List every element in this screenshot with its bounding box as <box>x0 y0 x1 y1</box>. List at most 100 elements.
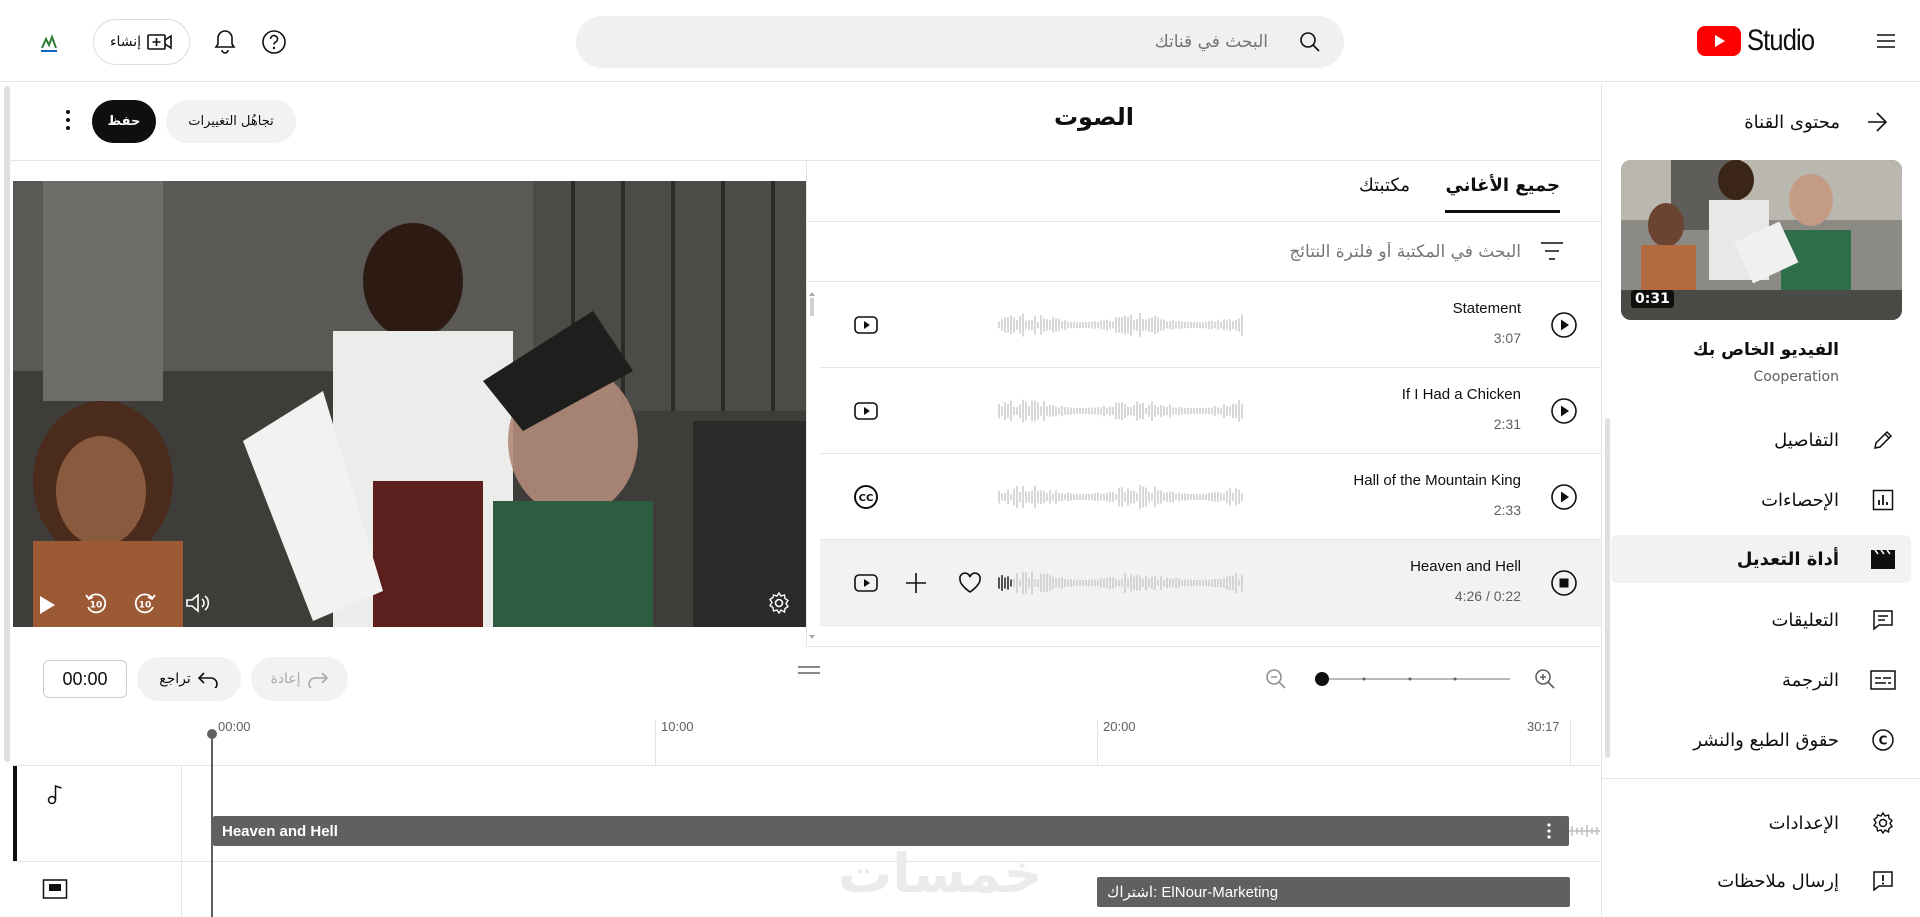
audio-clip[interactable]: Heaven and Hell <box>213 816 1569 846</box>
play-circle-icon[interactable] <box>1549 310 1579 340</box>
notifications-bell-icon[interactable] <box>209 26 241 58</box>
subscribe-clip[interactable]: اشتراك: ElNour-Marketing <box>1097 877 1570 907</box>
track-row[interactable]: Hall of the Mountain King 2:33 CC <box>820 454 1601 540</box>
nav-item-comments[interactable]: التعليقات <box>1611 596 1911 644</box>
editor-icon <box>1869 545 1897 573</box>
waveform <box>998 313 1243 337</box>
create-video-icon <box>147 34 172 50</box>
nav-item-subtitles[interactable]: الترجمة <box>1611 656 1911 704</box>
add-icon[interactable] <box>902 569 930 597</box>
clip-more-icon[interactable] <box>1542 822 1556 840</box>
analytics-icon <box>1869 486 1897 514</box>
zoom-slider[interactable] <box>1310 667 1510 691</box>
end-screen-icon <box>42 878 68 900</box>
sidebar: محتوى القناة 0:31 الفيديو الخاص بك Coope… <box>1601 83 1920 917</box>
rewind-10-icon[interactable]: 10 <box>82 589 110 617</box>
playhead-handle[interactable] <box>207 729 217 739</box>
nav-label: التفاصيل <box>1774 429 1839 451</box>
sidebar-scrollbar[interactable] <box>1605 418 1610 758</box>
track-name: Hall of the Mountain King <box>1353 472 1521 489</box>
logo-text: Studio <box>1746 24 1815 57</box>
zoom-in-icon[interactable] <box>1532 666 1558 692</box>
track-name: Statement <box>1452 300 1521 317</box>
undo-icon <box>197 672 218 688</box>
video-thumbnail[interactable]: 0:31 <box>1621 160 1902 320</box>
clip-waveform-tail <box>1569 825 1600 837</box>
current-time-field[interactable]: 00:00 <box>43 660 127 698</box>
menu-icon[interactable] <box>1866 21 1906 61</box>
nav-item-details[interactable]: التفاصيل <box>1611 416 1911 464</box>
track-row[interactable]: If I Had a Chicken 2:31 <box>820 368 1601 454</box>
resize-handle[interactable] <box>796 664 822 676</box>
search-icon[interactable] <box>1298 30 1322 54</box>
ruler-tick <box>1097 720 1098 765</box>
video-name: Cooperation <box>1753 369 1839 385</box>
video-frame <box>13 181 806 627</box>
nav-item-analytics[interactable]: الإحصاءات <box>1611 476 1911 524</box>
search-input[interactable] <box>768 16 1268 68</box>
track-row-playing[interactable]: Heaven and Hell 4:26 / 0:22 <box>820 540 1601 626</box>
track-name: Heaven and Hell <box>1410 558 1521 575</box>
creative-commons-icon: CC <box>854 485 878 509</box>
page-title: الصوت <box>1053 103 1134 131</box>
nav-item-feedback[interactable]: إرسال ملاحظات <box>1611 857 1911 905</box>
svg-text:C: C <box>1879 734 1888 748</box>
search-bar <box>576 16 1344 68</box>
zoom-out-icon[interactable] <box>1263 666 1289 692</box>
tab-your-library[interactable]: مكتبتك <box>1359 175 1410 213</box>
pencil-icon <box>1869 426 1897 454</box>
youtube-logo-icon <box>1696 26 1741 56</box>
gear-icon <box>1869 809 1897 837</box>
top-header: Studio إنشاء <box>0 0 1920 82</box>
undo-label: تراجع <box>159 671 191 687</box>
nav-label: حقوق الطبع والنشر <box>1693 729 1839 751</box>
discard-changes-button[interactable]: تجاهُل التغييرات <box>166 100 296 143</box>
playhead[interactable] <box>211 733 213 917</box>
arrow-back-icon <box>1868 112 1888 132</box>
library-search-input[interactable] <box>1021 234 1521 270</box>
play-circle-icon[interactable] <box>1549 482 1579 512</box>
channel-content-label: محتوى القناة <box>1744 111 1840 133</box>
waveform <box>998 399 1243 423</box>
nav-label: الإعدادات <box>1768 812 1839 834</box>
redo-label: إعادة <box>270 671 301 687</box>
tab-all-songs[interactable]: جميع الأغاني <box>1445 175 1560 213</box>
video-preview[interactable]: 10 10 <box>13 181 806 627</box>
save-button[interactable]: حفظ <box>92 100 156 143</box>
nav-item-copyright[interactable]: حقوق الطبع والنشر C <box>1611 716 1911 764</box>
copyright-icon: C <box>1869 726 1897 754</box>
redo-button[interactable]: إعادة <box>251 657 348 701</box>
comments-icon <box>1869 606 1897 634</box>
play-circle-icon[interactable] <box>1549 396 1579 426</box>
undo-button[interactable]: تراجع <box>137 657 241 701</box>
track-row[interactable]: Statement 3:07 <box>820 282 1601 368</box>
help-icon[interactable] <box>258 26 290 58</box>
video-settings-gear-icon[interactable] <box>765 589 793 617</box>
more-options-icon[interactable] <box>56 104 80 136</box>
ruler-tick <box>1570 720 1571 765</box>
channel-avatar[interactable] <box>38 32 60 54</box>
nav-item-editor[interactable]: أداة التعديل <box>1611 535 1911 583</box>
nav-item-settings[interactable]: الإعدادات <box>1611 799 1911 847</box>
stop-circle-icon[interactable] <box>1549 568 1579 598</box>
volume-icon[interactable] <box>183 589 211 617</box>
main-scrollbar[interactable] <box>4 86 10 762</box>
youtube-icon <box>854 316 878 334</box>
channel-content-link[interactable]: محتوى القناة <box>1601 105 1920 139</box>
youtube-studio-logo[interactable]: Studio <box>1696 24 1826 57</box>
track-header-divider <box>181 765 182 917</box>
play-icon[interactable] <box>35 593 59 617</box>
svg-text:10: 10 <box>90 601 103 611</box>
filter-icon[interactable] <box>1539 240 1565 262</box>
heart-icon[interactable] <box>956 569 984 597</box>
track-duration: 3:07 <box>1493 330 1521 346</box>
track-list-scrollbar[interactable] <box>808 292 816 642</box>
audio-library-panel: جميع الأغاني مكتبتك Statement 3:07 If I … <box>806 161 1601 647</box>
nav-label: الترجمة <box>1781 669 1839 691</box>
forward-10-icon[interactable]: 10 <box>131 589 159 617</box>
create-button[interactable]: إنشاء <box>93 19 190 65</box>
library-filter-row <box>807 222 1601 282</box>
ruler-label: 20:00 <box>1103 719 1136 734</box>
ruler-label: 00:00 <box>218 719 251 734</box>
sidebar-divider <box>1602 778 1920 779</box>
